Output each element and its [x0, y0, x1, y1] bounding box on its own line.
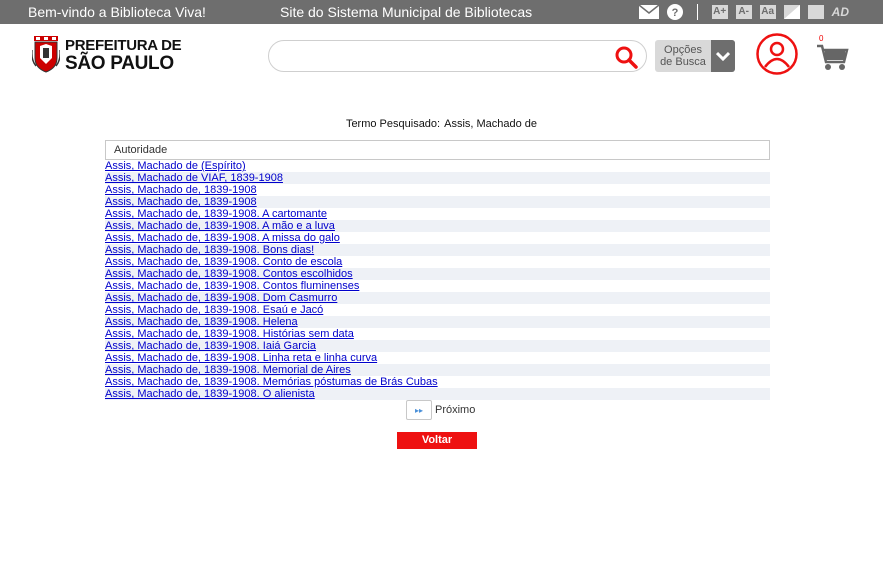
authority-link[interactable]: Assis, Machado de VIAF, 1839-1908 [105, 172, 283, 184]
authority-link[interactable]: Assis, Machado de, 1839-1908. A cartoman… [105, 208, 327, 220]
logo-text: PREFEITURA DE SÃO PAULO [65, 37, 182, 74]
authority-link[interactable]: Assis, Machado de, 1839-1908 [105, 196, 257, 208]
authority-link[interactable]: Assis, Machado de, 1839-1908. Dom Casmur… [105, 292, 337, 304]
next-page-label[interactable]: Próximo [435, 404, 475, 416]
table-row: Assis, Machado de, 1839-1908. A cartoman… [105, 208, 770, 220]
table-row: Assis, Machado de (Espírito) [105, 160, 770, 172]
table-row: Assis, Machado de, 1839-1908. Iaiá Garci… [105, 340, 770, 352]
help-icon[interactable]: ? [666, 4, 683, 20]
table-row: Assis, Machado de VIAF, 1839-1908 [105, 172, 770, 184]
contrast-toggle-icon[interactable] [807, 4, 824, 20]
authority-link[interactable]: Assis, Machado de, 1839-1908 [105, 184, 257, 196]
authority-link[interactable]: Assis, Machado de, 1839-1908. O alienist… [105, 388, 315, 400]
search-options-line1: Opções [664, 44, 702, 56]
font-decrease-button[interactable]: A- [735, 5, 752, 19]
crest-icon [32, 36, 60, 73]
search-icon[interactable] [614, 45, 638, 69]
mail-icon[interactable] [638, 4, 659, 20]
search-box [268, 40, 647, 72]
logo-line2: SÃO PAULO [65, 53, 174, 74]
table-row: Assis, Machado de, 1839-1908. Conto de e… [105, 256, 770, 268]
authority-link[interactable]: Assis, Machado de, 1839-1908. Esaú e Jac… [105, 304, 323, 316]
user-account-icon[interactable] [756, 33, 798, 75]
search-term-label: Termo Pesquisado: [345, 118, 441, 130]
search-options-button[interactable]: Opções de Busca [655, 40, 735, 72]
table-row: Assis, Machado de, 1839-1908 [105, 196, 770, 208]
chevron-down-icon [711, 40, 735, 72]
authority-link[interactable]: Assis, Machado de, 1839-1908. Contos esc… [105, 268, 353, 280]
results-list: Assis, Machado de (Espírito) Assis, Macha… [105, 160, 770, 400]
svg-text:?: ? [671, 7, 678, 19]
divider [696, 4, 698, 20]
column-header-autoridade: Autoridade [105, 140, 770, 160]
prefeitura-logo[interactable]: PREFEITURA DE SÃO PAULO [32, 36, 182, 74]
search-term: Termo Pesquisado: Assis, Machado de [0, 118, 883, 130]
table-row: Assis, Machado de, 1839-1908. A missa do… [105, 232, 770, 244]
table-row: Assis, Machado de, 1839-1908. A mão e a … [105, 220, 770, 232]
table-row: Assis, Machado de, 1839-1908. Contos flu… [105, 280, 770, 292]
cart-count: 0 [819, 34, 824, 43]
authority-link[interactable]: Assis, Machado de, 1839-1908. A mão e a … [105, 220, 335, 232]
authority-link[interactable]: Assis, Machado de, 1839-1908. Helena [105, 316, 298, 328]
welcome-text: Bem-vindo a Biblioteca Viva! [28, 4, 206, 20]
search-input[interactable] [283, 47, 603, 67]
authority-link[interactable]: Assis, Machado de, 1839-1908. Memórias p… [105, 376, 438, 388]
results-table: Autoridade Assis, Machado de (Espírito) A… [105, 140, 770, 400]
site-title: Site do Sistema Municipal de Bibliotecas [280, 4, 533, 20]
font-reset-button[interactable]: Aa [759, 5, 776, 19]
search-options-label: Opções de Busca [655, 40, 711, 72]
table-row: Assis, Machado de, 1839-1908. Memorial d… [105, 364, 770, 376]
pagination: ▸▸ Próximo [406, 400, 475, 420]
cart-button[interactable]: 0 [815, 34, 849, 72]
authority-link[interactable]: Assis, Machado de, 1839-1908. Memorial d… [105, 364, 351, 376]
table-row: Assis, Machado de, 1839-1908. Helena [105, 316, 770, 328]
authority-link[interactable]: Assis, Machado de, 1839-1908. Linha reta… [105, 352, 377, 364]
table-row: Assis, Machado de, 1839-1908. Esaú e Jac… [105, 304, 770, 316]
table-row: Assis, Machado de, 1839-1908. Histórias … [105, 328, 770, 340]
table-row: Assis, Machado de, 1839-1908. Bons dias! [105, 244, 770, 256]
table-row: Assis, Machado de, 1839-1908. Contos esc… [105, 268, 770, 280]
authority-link[interactable]: Assis, Machado de, 1839-1908. Contos flu… [105, 280, 359, 292]
search-options-line2: de Busca [660, 56, 706, 68]
contrast-icon[interactable] [783, 4, 800, 20]
authority-link[interactable]: Assis, Machado de, 1839-1908. A missa do… [105, 232, 340, 244]
next-page-button[interactable]: ▸▸ [406, 400, 432, 420]
authority-link[interactable]: Assis, Machado de, 1839-1908. Conto de e… [105, 256, 342, 268]
table-row: Assis, Machado de, 1839-1908. Dom Casmur… [105, 292, 770, 304]
top-bar: Bem-vindo a Biblioteca Viva! Site do Sis… [0, 0, 883, 24]
back-button[interactable]: Voltar [397, 432, 477, 449]
authority-link[interactable]: Assis, Machado de (Espírito) [105, 160, 246, 172]
table-row: Assis, Machado de, 1839-1908. O alienist… [105, 388, 770, 400]
audio-description-icon[interactable]: AD [832, 5, 849, 19]
table-row: Assis, Machado de, 1839-1908. Linha reta… [105, 352, 770, 364]
authority-link[interactable]: Assis, Machado de, 1839-1908. Bons dias! [105, 244, 314, 256]
authority-link[interactable]: Assis, Machado de, 1839-1908. Iaiá Garci… [105, 340, 316, 352]
search-term-value: Assis, Machado de [444, 118, 538, 130]
table-row: Assis, Machado de, 1839-1908. Memórias p… [105, 376, 770, 388]
accessibility-tools: ? A+ A- Aa AD [638, 4, 849, 20]
table-row: Assis, Machado de, 1839-1908 [105, 184, 770, 196]
authority-link[interactable]: Assis, Machado de, 1839-1908. Histórias … [105, 328, 354, 340]
font-increase-button[interactable]: A+ [711, 5, 728, 19]
